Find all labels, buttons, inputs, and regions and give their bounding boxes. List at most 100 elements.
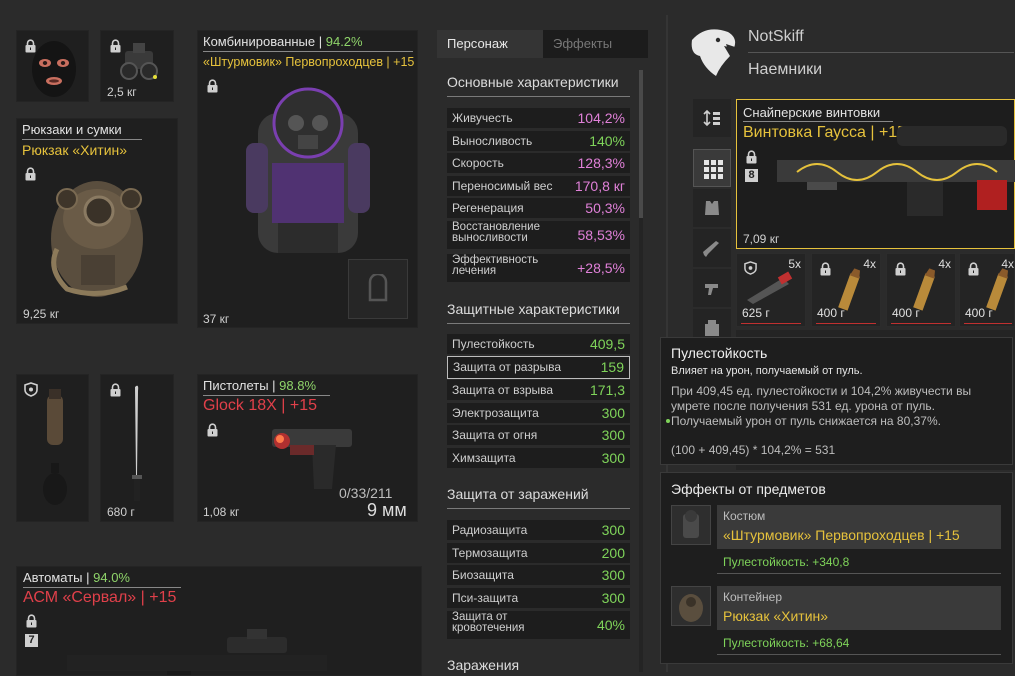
tab-character[interactable]: Персонаж bbox=[437, 30, 543, 58]
effect-item-type: Контейнер bbox=[723, 590, 783, 604]
assault-rifle-icon bbox=[67, 629, 327, 675]
stat-row-bleeding[interactable]: Защита от кровотечения 40% bbox=[447, 611, 630, 639]
section-title-main: Основные характеристики bbox=[447, 74, 619, 90]
slot-category: Комбинированные | 94.2% bbox=[203, 34, 363, 49]
item-weight: 680 г bbox=[107, 505, 135, 519]
ammo-item[interactable]: 5x 625 г bbox=[736, 253, 806, 327]
lock-icon bbox=[745, 150, 758, 164]
stat-row-stamina: Выносливость 140% bbox=[447, 131, 630, 151]
section-title-infection: Защита от заражений bbox=[447, 486, 589, 502]
stat-row-psi[interactable]: Пси-защита 300 bbox=[447, 588, 630, 608]
stats-scrollbar-thumb[interactable] bbox=[639, 70, 643, 218]
stat-tooltip: Пулестойкость Влияет на урон, получаемый… bbox=[660, 337, 1013, 465]
backpack-slot[interactable]: Рюкзаки и сумки Рюкзак «Хитин» 9,25 кг bbox=[16, 118, 178, 324]
stat-row-rupture[interactable]: Защита от разрыва 159 bbox=[447, 356, 630, 379]
sidetab-ammo[interactable] bbox=[693, 309, 731, 337]
item-name: Glock 18X | +15 bbox=[203, 397, 317, 414]
armor-slot[interactable]: Комбинированные | 94.2% «Штурмовик» Перв… bbox=[197, 30, 418, 328]
stat-row-regeneration: Регенерация 50,3% bbox=[447, 198, 630, 218]
effect-item-box: Контейнер Рюкзак «Хитин» bbox=[717, 586, 1001, 630]
lock-icon bbox=[206, 423, 219, 437]
knife-icon bbox=[132, 385, 142, 501]
ammo-count: 5x bbox=[788, 257, 801, 271]
item-weight: 7,09 кг bbox=[743, 232, 780, 246]
item-weight: 1,08 кг bbox=[203, 505, 240, 519]
item-weight: 625 г bbox=[742, 306, 770, 320]
lock-icon bbox=[24, 167, 37, 181]
stat-row-chemical[interactable]: Химзащита 300 bbox=[447, 448, 630, 468]
sidetab-armor[interactable] bbox=[693, 189, 731, 227]
container-icon bbox=[368, 274, 388, 302]
armor-container-slot[interactable] bbox=[348, 259, 408, 319]
gauss-rifle-icon bbox=[777, 126, 1015, 216]
effects-title: Эффекты от предметов bbox=[671, 481, 826, 497]
stat-row-carry-weight: Переносимый вес 170,8 кг bbox=[447, 176, 630, 196]
grenade-silhouette-icon bbox=[43, 463, 67, 505]
effect-item-type: Костюм bbox=[723, 509, 766, 523]
lock-icon bbox=[24, 39, 37, 53]
tier-badge: 7 bbox=[25, 634, 38, 647]
stat-row-speed: Скорость 128,3% bbox=[447, 153, 630, 173]
slot-category: Автоматы | 94.0% bbox=[23, 570, 130, 585]
sort-icon bbox=[703, 109, 720, 127]
stat-row-bio[interactable]: Биозащита 300 bbox=[447, 565, 630, 585]
device-slot[interactable]: 2,5 кг bbox=[100, 30, 174, 102]
stat-row-electro[interactable]: Электрозащита 300 bbox=[447, 403, 630, 423]
stat-row-radiation[interactable]: Радиозащита 300 bbox=[447, 520, 630, 540]
sidetab-all[interactable] bbox=[693, 149, 731, 187]
effect-item-name: «Штурмовик» Первопроходцев | +15 bbox=[723, 527, 960, 543]
stat-row-fire[interactable]: Защита от огня 300 bbox=[447, 425, 630, 445]
armor-vest-icon bbox=[705, 201, 719, 215]
tier-badge: 8 bbox=[745, 169, 758, 182]
tooltip-line: При 409,45 ед. пулестойкости и 104,2% жи… bbox=[671, 384, 972, 398]
stat-row-explosion[interactable]: Защита от взрыва 171,3 bbox=[447, 380, 630, 400]
sidetab-rifles[interactable] bbox=[693, 229, 731, 267]
effect-bonus: Пулестойкость: +340,8 bbox=[723, 555, 850, 569]
ammo-item[interactable]: 4x 400 г bbox=[811, 253, 881, 327]
melee-slot[interactable]: 680 г bbox=[100, 374, 174, 522]
stat-row-bullet-resistance[interactable]: Пулестойкость 409,5 bbox=[447, 334, 630, 354]
player-name: NotSkiff bbox=[748, 28, 804, 45]
pistol-icon bbox=[272, 429, 352, 489]
ammo-item[interactable]: 4x 400 г bbox=[886, 253, 956, 327]
bullet-dot-icon bbox=[666, 419, 670, 423]
item-condition: 94.2% bbox=[325, 34, 363, 49]
grenade-icon bbox=[47, 389, 63, 445]
lock-icon bbox=[109, 39, 122, 53]
weapon-category: Снайперские винтовки bbox=[743, 105, 881, 120]
ammo-count: 4x bbox=[1001, 257, 1014, 271]
backpack-icon bbox=[51, 181, 143, 297]
tooltip-subtitle: Влияет на урон, получаемый от пуль. bbox=[671, 365, 863, 377]
inventory-weapon-card[interactable]: Снайперские винтовки Винтовка Гаусса | +… bbox=[736, 99, 1015, 249]
player-faction: Наемники bbox=[748, 61, 823, 78]
armor-thumb-icon bbox=[671, 505, 711, 545]
mask-slot[interactable] bbox=[16, 30, 89, 102]
effect-bonus: Пулестойкость: +68,64 bbox=[723, 636, 850, 650]
stat-row-thermal[interactable]: Термозащита 200 bbox=[447, 543, 630, 563]
tooltip-formula: (100 + 409,45) * 104,2% = 531 bbox=[671, 443, 836, 457]
armor-suit-icon bbox=[246, 87, 370, 253]
slot-category: Рюкзаки и сумки bbox=[22, 122, 122, 137]
grid-icon bbox=[704, 160, 723, 179]
sidetab-pistols[interactable] bbox=[693, 269, 731, 307]
lock-icon bbox=[894, 262, 907, 276]
ammo-caliber: 9 мм bbox=[367, 500, 407, 520]
ammo-count: 4x bbox=[863, 257, 876, 271]
ammo-item[interactable]: 4x 400 г bbox=[959, 253, 1015, 327]
pistol-slot[interactable]: Пистолеты | 98.8% Glock 18X | +15 0/33/2… bbox=[197, 374, 418, 522]
item-weight: 400 г bbox=[965, 306, 993, 320]
tooltip-line: Получаемый урон от пуль снижается на 80,… bbox=[671, 414, 941, 428]
stats-tabs: Персонаж Эффекты bbox=[437, 30, 648, 58]
effect-item: Контейнер Рюкзак «Хитин» Пулестойкость: … bbox=[671, 586, 1001, 658]
section-title-protection: Защитные характеристики bbox=[447, 301, 620, 317]
tab-effects[interactable]: Эффекты bbox=[543, 30, 648, 58]
item-name: Рюкзак «Хитин» bbox=[22, 142, 128, 158]
grenade-slot[interactable] bbox=[16, 374, 89, 522]
lock-icon bbox=[967, 262, 980, 276]
eagle-emblem-icon bbox=[691, 29, 738, 76]
lock-icon bbox=[819, 262, 832, 276]
item-name: АСМ «Сервал» | +15 bbox=[23, 589, 177, 606]
rifle-slot[interactable]: Автоматы | 94.0% АСМ «Сервал» | +15 7 bbox=[16, 566, 422, 676]
tooltip-title: Пулестойкость bbox=[671, 345, 768, 361]
sidetab-sort[interactable] bbox=[693, 99, 731, 137]
